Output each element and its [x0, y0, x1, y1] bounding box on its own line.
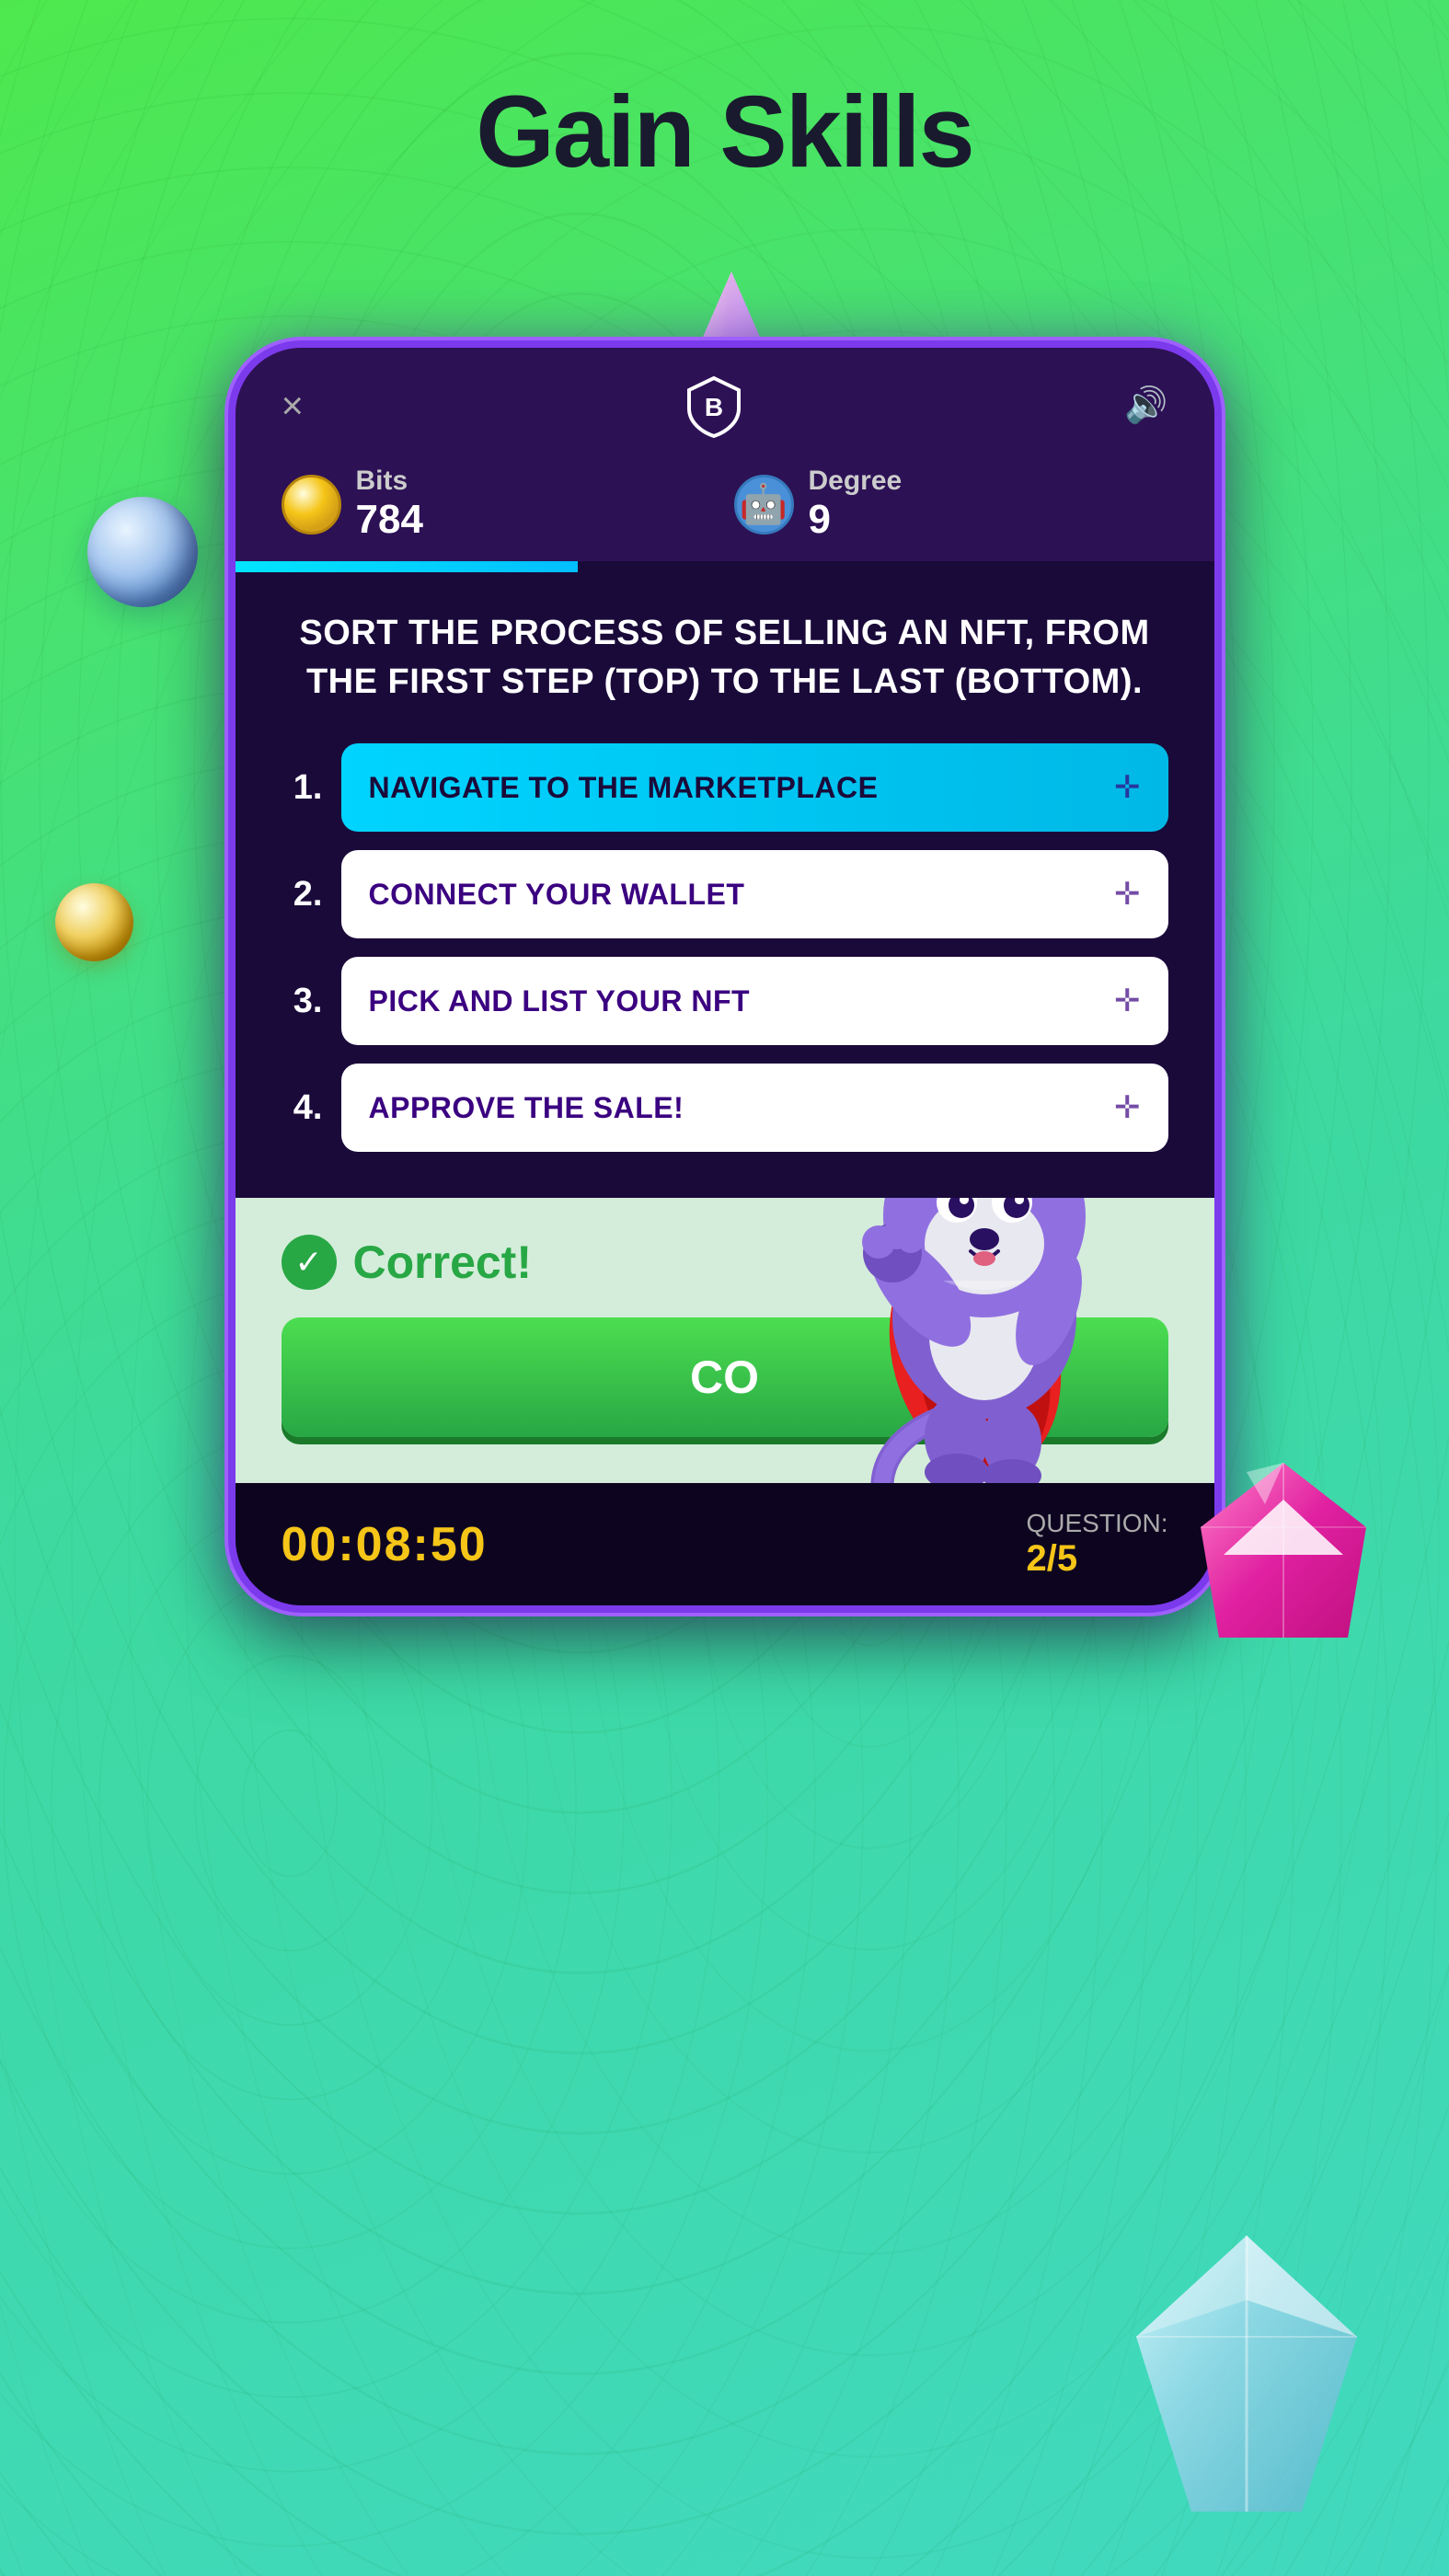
answer-num-4: 4. [282, 1088, 323, 1128]
close-button[interactable]: × [282, 384, 305, 428]
answer-num-3: 3. [282, 982, 323, 1021]
deco-crystal [1118, 2226, 1375, 2521]
deco-gold-sphere [55, 883, 133, 961]
drag-icon-2: ✛ [1114, 876, 1141, 913]
phone-frame: × B 🔊 Bits 784 🤖 [228, 340, 1222, 1613]
bits-stat: Bits 784 [282, 466, 716, 543]
deco-blue-sphere [87, 497, 198, 607]
sound-icon[interactable]: 🔊 [1124, 385, 1167, 426]
timer-display: 00:08:50 [282, 1517, 488, 1572]
answer-row-4: 4. APPROVE THE SALE! ✛ [282, 1064, 1168, 1152]
correct-text: Correct! [353, 1236, 532, 1289]
answers-area: 1. NAVIGATE TO THE MARKETPLACE ✛ 2. CONN… [236, 734, 1214, 1198]
deco-gem-pink [1182, 1454, 1385, 1656]
answer-row-2: 2. CONNECT YOUR WALLET ✛ [282, 850, 1168, 938]
degree-face-icon: 🤖 [740, 482, 788, 527]
drag-icon-3: ✛ [1114, 983, 1141, 1019]
drag-icon-1: ✛ [1114, 769, 1141, 806]
svg-text:B: B [705, 393, 723, 421]
correct-check-icon: ✓ [282, 1235, 337, 1290]
brand-logo: B [682, 374, 746, 438]
progress-bar-fill [236, 561, 578, 572]
coin-icon [282, 475, 341, 535]
answer-text-3: PICK AND LIST YOUR NFT [369, 984, 751, 1018]
degree-value: 9 [809, 497, 903, 543]
page-title: Gain Skills [0, 0, 1449, 190]
answer-num-2: 2. [282, 875, 323, 914]
question-text: SORT THE PROCESS OF SELLING AN NFT, FROM… [282, 609, 1168, 707]
answer-row-3: 3. PICK AND LIST YOUR NFT ✛ [282, 957, 1168, 1045]
answer-text-1: NAVIGATE TO THE MARKETPLACE [369, 771, 879, 805]
answer-button-1[interactable]: NAVIGATE TO THE MARKETPLACE ✛ [341, 743, 1168, 832]
phone-footer: 00:08:50 QUESTION: 2/5 [236, 1483, 1214, 1605]
stats-bar: Bits 784 🤖 Degree 9 [236, 456, 1214, 561]
degree-icon: 🤖 [734, 475, 794, 535]
answer-button-3[interactable]: PICK AND LIST YOUR NFT ✛ [341, 957, 1168, 1045]
question-area: SORT THE PROCESS OF SELLING AN NFT, FROM… [236, 572, 1214, 734]
result-area: ✓ Correct! CO [236, 1198, 1214, 1483]
phone-header: × B 🔊 [236, 348, 1214, 456]
answer-button-2[interactable]: CONNECT YOUR WALLET ✛ [341, 850, 1168, 938]
answer-row-1: 1. NAVIGATE TO THE MARKETPLACE ✛ [282, 743, 1168, 832]
answer-text-4: APPROVE THE SALE! [369, 1091, 684, 1125]
continue-label: CO [690, 1351, 759, 1403]
question-value: 2/5 [1026, 1538, 1167, 1580]
answer-text-2: CONNECT YOUR WALLET [369, 878, 745, 912]
phone-container: × B 🔊 Bits 784 🤖 [228, 340, 1222, 1613]
question-counter: QUESTION: 2/5 [1026, 1509, 1167, 1580]
degree-stat: 🤖 Degree 9 [734, 466, 1168, 543]
bits-value: 784 [356, 497, 423, 543]
question-label: QUESTION: [1026, 1509, 1167, 1538]
degree-label: Degree [809, 466, 903, 497]
drag-icon-4: ✛ [1114, 1089, 1141, 1126]
answer-num-1: 1. [282, 768, 323, 808]
mascot-character [800, 1198, 1168, 1483]
answer-button-4[interactable]: APPROVE THE SALE! ✛ [341, 1064, 1168, 1152]
bits-label: Bits [356, 466, 423, 497]
degree-label-group: Degree 9 [809, 466, 903, 543]
progress-bar-container [236, 561, 1214, 572]
bits-label-group: Bits 784 [356, 466, 423, 543]
